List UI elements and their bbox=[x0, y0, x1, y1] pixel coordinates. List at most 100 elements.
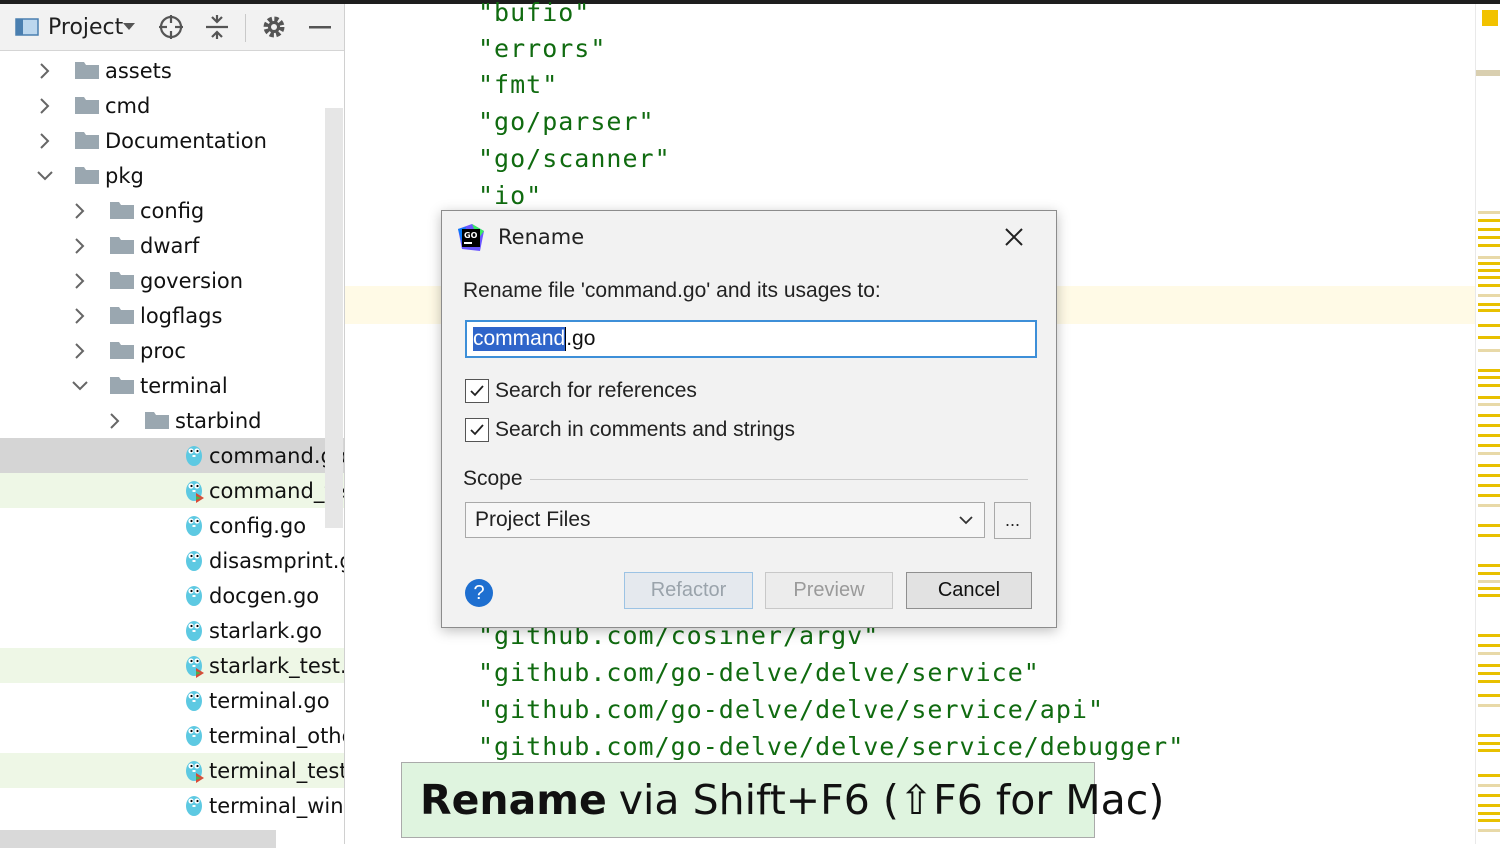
tree-vertical-scrollbar[interactable] bbox=[325, 108, 343, 528]
gutter-marker[interactable] bbox=[1478, 704, 1500, 707]
search-references-label[interactable]: Search for references bbox=[495, 379, 697, 403]
gear-icon[interactable] bbox=[258, 4, 290, 50]
scope-more-button[interactable]: ... bbox=[994, 502, 1031, 539]
gutter-marker[interactable] bbox=[1478, 804, 1500, 807]
gutter-marker[interactable] bbox=[1478, 464, 1500, 467]
gutter-marker[interactable] bbox=[1478, 534, 1500, 537]
gutter-marker[interactable] bbox=[1478, 694, 1500, 697]
help-icon[interactable]: ? bbox=[465, 579, 493, 607]
chevron-down-icon[interactable] bbox=[36, 167, 54, 185]
gutter-marker[interactable] bbox=[1478, 494, 1500, 497]
gutter-marker[interactable] bbox=[1478, 524, 1500, 527]
gutter-marker[interactable] bbox=[1478, 734, 1500, 737]
chevron-right-icon[interactable] bbox=[36, 62, 54, 80]
tree-file-row[interactable]: starlark_test.go bbox=[0, 648, 344, 683]
gutter-marker[interactable] bbox=[1478, 474, 1500, 477]
gutter-marker[interactable] bbox=[1478, 349, 1500, 352]
locate-target-icon[interactable] bbox=[156, 4, 186, 50]
gutter-marker[interactable] bbox=[1478, 309, 1500, 312]
gutter-marker[interactable] bbox=[1478, 829, 1500, 832]
tree-folder-row[interactable]: assets bbox=[0, 53, 344, 88]
project-view-icon[interactable] bbox=[14, 4, 40, 50]
gutter-marker[interactable] bbox=[1478, 812, 1500, 815]
new-name-input[interactable]: command .go bbox=[465, 320, 1037, 358]
gutter-marker[interactable] bbox=[1478, 269, 1500, 272]
tree-folder-row[interactable]: dwarf bbox=[0, 228, 344, 263]
cancel-button[interactable]: Cancel bbox=[906, 572, 1032, 609]
tree-folder-row[interactable]: config bbox=[0, 193, 344, 228]
gutter-marker[interactable] bbox=[1478, 403, 1500, 406]
gutter-marker[interactable] bbox=[1478, 369, 1500, 372]
gutter-marker[interactable] bbox=[1478, 262, 1500, 265]
chevron-down-icon[interactable] bbox=[71, 377, 89, 395]
gutter-marker[interactable] bbox=[1478, 784, 1500, 787]
chevron-right-icon[interactable] bbox=[71, 307, 89, 325]
gutter-marker[interactable] bbox=[1478, 680, 1500, 683]
tree-file-row[interactable]: config.go bbox=[0, 508, 344, 543]
tree-folder-row[interactable]: goversion bbox=[0, 263, 344, 298]
gutter-marker[interactable] bbox=[1478, 634, 1500, 637]
gutter-marker[interactable] bbox=[1478, 294, 1500, 297]
gutter-marker[interactable] bbox=[1478, 742, 1500, 745]
gutter-marker[interactable] bbox=[1478, 434, 1500, 437]
gutter-marker[interactable] bbox=[1478, 324, 1500, 327]
project-view-title[interactable]: Project bbox=[48, 4, 123, 50]
gutter-marker[interactable] bbox=[1478, 336, 1500, 339]
tree-file-row[interactable]: terminal_test.go bbox=[0, 753, 344, 788]
gutter-marker[interactable] bbox=[1478, 256, 1500, 259]
tree-file-row[interactable]: terminal_windows. bbox=[0, 788, 344, 823]
gutter-marker[interactable] bbox=[1478, 564, 1500, 567]
gutter-marker[interactable] bbox=[1478, 276, 1500, 279]
tree-file-row[interactable]: command.go bbox=[0, 438, 344, 473]
scroll-thumb[interactable] bbox=[1476, 70, 1500, 76]
gutter-marker[interactable] bbox=[1478, 303, 1500, 306]
gutter-marker[interactable] bbox=[1478, 580, 1500, 583]
minimize-icon[interactable] bbox=[306, 4, 334, 50]
collapse-all-icon[interactable] bbox=[202, 4, 232, 50]
tree-folder-row[interactable]: starbind bbox=[0, 403, 344, 438]
gutter-marker[interactable] bbox=[1478, 211, 1500, 214]
tree-file-row[interactable]: disasmprint.go bbox=[0, 543, 344, 578]
preview-button[interactable]: Preview bbox=[765, 572, 893, 609]
tree-horizontal-scrollbar[interactable] bbox=[0, 830, 276, 848]
gutter-marker[interactable] bbox=[1478, 219, 1500, 222]
search-comments-checkbox[interactable] bbox=[465, 418, 489, 442]
chevron-right-icon[interactable] bbox=[71, 202, 89, 220]
gutter-marker[interactable] bbox=[1478, 484, 1500, 487]
gutter-marker[interactable] bbox=[1478, 244, 1500, 247]
gutter-marker[interactable] bbox=[1478, 396, 1500, 399]
close-icon[interactable] bbox=[996, 219, 1032, 255]
gutter-marker[interactable] bbox=[1478, 749, 1500, 752]
gutter-marker[interactable] bbox=[1478, 228, 1500, 231]
gutter-marker[interactable] bbox=[1478, 424, 1500, 427]
tree-folder-row[interactable]: cmd bbox=[0, 88, 344, 123]
gutter-marker[interactable] bbox=[1478, 794, 1500, 797]
tree-folder-row[interactable]: pkg bbox=[0, 158, 344, 193]
tree-file-row[interactable]: starlark.go bbox=[0, 613, 344, 648]
warning-indicator-icon[interactable] bbox=[1482, 10, 1498, 26]
chevron-right-icon[interactable] bbox=[71, 237, 89, 255]
gutter-marker[interactable] bbox=[1478, 587, 1500, 590]
tree-file-row[interactable]: terminal.go bbox=[0, 683, 344, 718]
gutter-marker[interactable] bbox=[1478, 644, 1500, 647]
gutter-marker[interactable] bbox=[1478, 594, 1500, 597]
chevron-right-icon[interactable] bbox=[71, 342, 89, 360]
tree-folder-row[interactable]: proc bbox=[0, 333, 344, 368]
tree-file-row[interactable]: docgen.go bbox=[0, 578, 344, 613]
search-comments-label[interactable]: Search in comments and strings bbox=[495, 418, 795, 442]
gutter-marker[interactable] bbox=[1478, 444, 1500, 447]
tree-folder-row[interactable]: logflags bbox=[0, 298, 344, 333]
tree-file-row[interactable]: terminal_other.go bbox=[0, 718, 344, 753]
tree-folder-row[interactable]: Documentation bbox=[0, 123, 344, 158]
gutter-marker[interactable] bbox=[1478, 819, 1500, 822]
tree-folder-row[interactable]: terminal bbox=[0, 368, 344, 403]
gutter-marker[interactable] bbox=[1478, 452, 1500, 455]
gutter-marker[interactable] bbox=[1478, 664, 1500, 667]
chevron-right-icon[interactable] bbox=[36, 97, 54, 115]
gutter-marker[interactable] bbox=[1478, 504, 1500, 507]
gutter-marker[interactable] bbox=[1478, 384, 1500, 387]
gutter-marker[interactable] bbox=[1478, 284, 1500, 287]
tree-file-row[interactable]: command_test.go bbox=[0, 473, 344, 508]
scope-dropdown[interactable]: Project Files bbox=[465, 502, 985, 538]
gutter-marker[interactable] bbox=[1478, 672, 1500, 675]
